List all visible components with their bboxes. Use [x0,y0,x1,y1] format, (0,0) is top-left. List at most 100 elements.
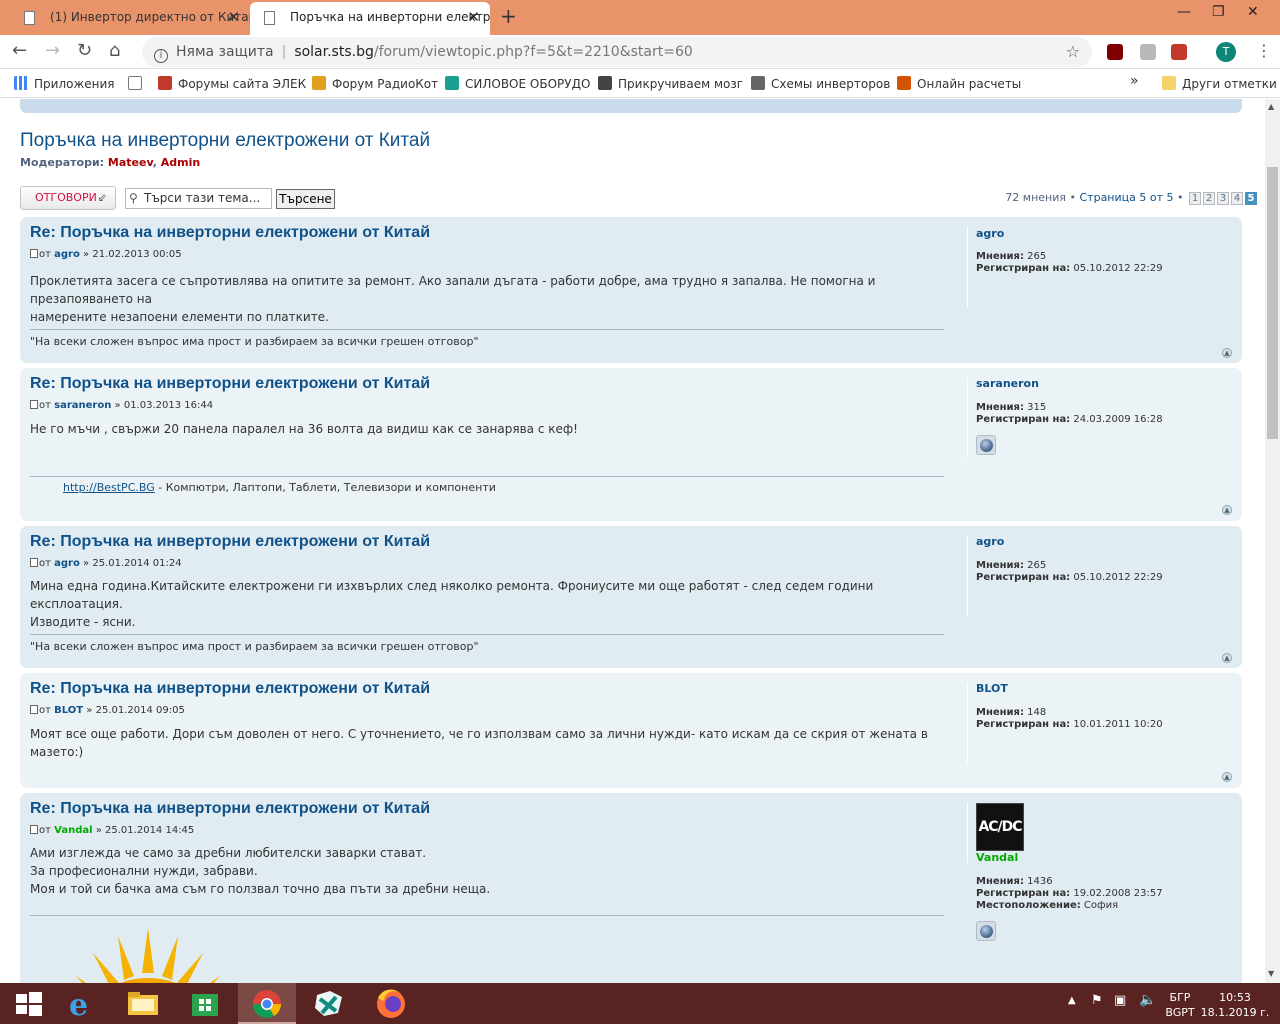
ie-icon[interactable]: e [52,983,110,1024]
info-icon[interactable]: i [154,49,168,63]
ublock-icon[interactable] [1107,44,1123,60]
moderator-link[interactable]: Mateev [108,156,153,169]
signature-link[interactable]: http://BestPC.BG [63,481,155,494]
home-icon[interactable]: ⌂ [109,40,120,61]
avatar: AC/DC [976,803,1024,851]
post-content: Не го мъчи , свържи 20 панела паралел на… [30,422,578,436]
back-to-top-icon[interactable]: ▲ [1222,505,1232,515]
forward-arrow-icon[interactable]: → [45,40,60,61]
page-link[interactable]: 1 [1189,192,1201,205]
tab-current[interactable]: Поръчка на инверторни електро ✕ [250,2,490,35]
globe-icon[interactable] [976,921,996,941]
bookmark-elek[interactable]: Форумы сайта ЭЛЕК [158,76,306,91]
clock[interactable]: 10:53 18.1.2019 г. [1200,990,1270,1020]
tray-chevron-up-icon[interactable]: ▲ [1068,995,1076,1006]
sun-logo-icon [76,928,220,983]
bookmark-star-icon[interactable]: ☆ [1066,37,1080,67]
store-icon[interactable] [176,983,234,1024]
header-strip [20,99,1242,113]
chip-icon [158,76,172,90]
restore-icon[interactable]: ❐ [1212,4,1225,20]
bookmark-radiokot[interactable]: Форум РадиоКот [312,76,438,91]
author-link[interactable]: saraneron [54,400,111,411]
address-bar[interactable]: i Няма защита | solar.sts.bg/forum/viewtopi… [142,37,1092,67]
reload-icon[interactable]: ↻ [77,40,92,61]
url-path: /forum/viewtopic.php?f=5&t=2210&start=60 [373,44,693,60]
menu-dots-icon[interactable]: ⋮ [1256,41,1272,60]
bookmark-invertors[interactable]: Схемы инверторов [751,76,890,91]
search-icon: ⚲ [129,191,138,205]
bookmark-silovoe[interactable]: СИЛОВОЕ ОБОРУДО [445,76,590,91]
tab-strip: (1) Инвертор директно от Китай ✕ Поръчка… [0,0,1280,35]
volume-icon[interactable]: 🔈 [1139,992,1156,1008]
chrome-icon[interactable] [238,983,296,1024]
acrobat-icon[interactable] [1171,44,1187,60]
back-to-top-icon[interactable]: ▲ [1222,653,1232,663]
author-link[interactable]: agro [54,558,80,569]
puzzle-icon[interactable] [1140,44,1156,60]
author-link[interactable]: Vandal [54,825,92,836]
page-scrollbar[interactable]: ▲ ▼ [1265,99,1280,983]
page-link[interactable]: 3 [1217,192,1229,205]
profile-username[interactable]: agro [976,536,1004,548]
page-icon [264,11,275,25]
bookmark-apps[interactable]: Приложения [14,76,115,91]
new-tab-plus-icon[interactable]: + [500,4,517,28]
post-title[interactable]: Re: Поръчка на инверторни електрожени от… [30,800,430,818]
profile-username[interactable]: Vandal [976,852,1018,864]
post-content: Мина една година.Китайските електрожени … [30,579,874,629]
tab-title: (1) Инвертор директно от Китай [50,10,250,24]
post-title[interactable]: Re: Поръчка на инверторни електрожени от… [30,375,430,393]
explorer-icon[interactable] [114,983,172,1024]
reply-button[interactable]: ОТГОВОРИ ⇙ [20,186,116,210]
signature-divider [30,476,944,477]
firefox-icon[interactable] [362,983,420,1024]
minimize-icon[interactable]: — [1177,4,1191,20]
input-language[interactable]: БГР BGPT [1163,990,1197,1020]
page-link[interactable]: 4 [1231,192,1243,205]
author-link[interactable]: agro [54,249,80,260]
profile-avatar[interactable]: T [1216,42,1236,62]
calc-icon [897,76,911,90]
profile-username[interactable]: saraneron [976,378,1039,390]
page-link-current[interactable]: 5 [1245,192,1257,205]
tab-inverter[interactable]: (1) Инвертор директно от Китай ✕ [10,2,250,35]
svg-text:e: e [69,988,88,1023]
moderators: Модератори: Mateev, Admin [20,156,201,169]
profile-username[interactable]: agro [976,228,1004,240]
bookmark-calc[interactable]: Онлайн расчеты [897,76,1021,91]
chevron-right-icon[interactable]: » [1130,73,1139,89]
post: Re: Поръчка на инверторни електрожени от… [20,673,1242,788]
page-title[interactable]: Поръчка на инверторни електрожени от Кит… [20,130,430,152]
puzzle-app-icon[interactable] [300,983,358,1024]
profile-username[interactable]: BLOT [976,683,1008,695]
moderator-link[interactable]: Admin [161,156,200,169]
flag-icon[interactable]: ⚑ [1091,993,1103,1008]
page-link[interactable]: 2 [1203,192,1215,205]
scroll-up-icon[interactable]: ▲ [1268,102,1274,111]
post-icon [30,825,38,834]
bookmark-blank[interactable] [128,76,148,91]
back-arrow-icon[interactable]: ← [12,40,27,61]
network-icon[interactable]: ▣ [1114,993,1126,1008]
post-content: Проклетията засега се съпротивлява на оп… [30,274,876,324]
scroll-down-icon[interactable]: ▼ [1268,969,1274,978]
globe-icon[interactable] [976,435,996,455]
search-input[interactable]: ⚲ Търси тази тема... [125,188,272,209]
author-link[interactable]: BLOT [54,705,83,716]
back-to-top-icon[interactable]: ▲ [1222,772,1232,782]
page-indicator[interactable]: Страница 5 от 5 [1080,191,1174,204]
window-close-icon[interactable]: ✕ [1247,4,1259,20]
search-button[interactable]: Търсене [276,189,335,209]
windows-start-icon[interactable] [0,983,58,1024]
bookmark-other[interactable]: Други отметки [1162,76,1277,91]
close-icon[interactable]: ✕ [467,2,480,33]
close-icon[interactable]: ✕ [227,2,240,33]
post-author: от Vandal » 25.01.2014 14:45 [30,825,194,836]
scrollbar-thumb[interactable] [1267,167,1278,439]
post-title[interactable]: Re: Поръчка на инверторни електрожени от… [30,680,430,698]
post-title[interactable]: Re: Поръчка на инверторни електрожени от… [30,224,430,242]
post-title[interactable]: Re: Поръчка на инверторни електрожени от… [30,533,430,551]
bookmark-mozg[interactable]: Прикручиваем мозг [598,76,743,91]
back-to-top-icon[interactable]: ▲ [1222,348,1232,358]
